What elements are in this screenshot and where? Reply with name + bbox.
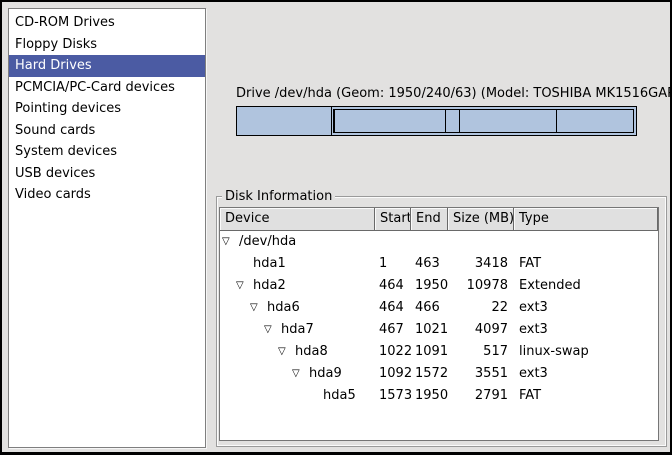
cell-end: 1021 [411,319,448,341]
sidebar-item-cd-rom-drives[interactable]: CD-ROM Drives [9,12,205,34]
cell-start: 1092 [375,363,411,385]
expander-open-icon[interactable]: ▽ [222,231,230,253]
column-header-type[interactable]: Type [514,208,658,231]
column-header-size-mb[interactable]: Size (MB) [448,208,514,231]
expander-open-icon[interactable]: ▽ [292,363,300,385]
cell-device: ▽ hda7 [220,319,375,341]
cell-end [411,231,448,253]
cell-end: 466 [411,297,448,319]
hardware-browser-window: CD-ROM DrivesFloppy DisksHard DrivesPCMC… [0,0,672,455]
cell-type: ext3 [514,319,658,341]
cell-start: 464 [375,275,411,297]
cell-size: 4097 [448,319,514,341]
expander-open-icon[interactable]: ▽ [250,297,258,319]
cell-type: linux-swap [514,341,658,363]
cell-start: 467 [375,319,411,341]
cell-start: 464 [375,297,411,319]
table-row-hda9[interactable]: ▽ hda9 109215723551ext3 [220,363,658,385]
device-name: /dev/hda [239,234,296,249]
sidebar-item-hard-drives[interactable]: Hard Drives [9,55,205,77]
cell-type: ext3 [514,363,658,385]
cell-size: 517 [448,341,514,363]
cell-size: 22 [448,297,514,319]
cell-device: ▽ hda9 [220,363,375,385]
cell-size: 3418 [448,253,514,275]
partition-segment-hda2 [333,109,634,133]
cell-type [514,231,658,253]
cell-size: 2791 [448,385,514,407]
device-name: hda9 [309,366,342,381]
device-name: hda6 [267,300,300,315]
table-body: ▽/dev/hdahda114633418FAT▽hda246419501097… [220,231,658,407]
cell-type: ext3 [514,297,658,319]
device-name: hda7 [281,322,314,337]
cell-end: 1950 [411,275,448,297]
table-row-hda6[interactable]: ▽ hda6 46446622ext3 [220,297,658,319]
table-row-hda7[interactable]: ▽ hda7 46710214097ext3 [220,319,658,341]
device-name: hda8 [295,344,328,359]
cell-type: FAT [514,253,658,275]
partition-segment-hda8 [446,110,460,132]
cell-device: ▽ hda8 [220,341,375,363]
column-header-start[interactable]: Start [375,208,411,231]
expander-open-icon[interactable]: ▽ [278,341,286,363]
disk-information-table: DeviceStartEndSize (MB)Type ▽ /dev/hda hda… [219,207,659,441]
table-row-hda8[interactable]: ▽ hda8 10221091517linux-swap [220,341,658,363]
sidebar-item-sound-cards[interactable]: Sound cards [9,120,205,142]
cell-device: hda5 [220,385,375,407]
disk-information-label: Disk Information [222,189,335,204]
partition-segment-hda9 [460,110,557,132]
table-row-hda1[interactable]: hda1 14633418FAT [220,253,658,275]
table-row-hda5[interactable]: hda5 157319502791FAT [220,385,658,407]
table-header-row: DeviceStartEndSize (MB)Type [220,208,658,231]
cell-device: hda1 [220,253,375,275]
cell-end: 1091 [411,341,448,363]
sidebar-item-usb-devices[interactable]: USB devices [9,163,205,185]
cell-end: 1572 [411,363,448,385]
drive-geometry-label: Drive /dev/hda (Geom: 1950/240/63) (Mode… [236,86,637,102]
cell-start: 1573 [375,385,411,407]
sidebar-item-video-cards[interactable]: Video cards [9,184,205,206]
cell-size: 10978 [448,275,514,297]
expander-open-icon[interactable]: ▽ [264,319,272,341]
sidebar-item-floppy-disks[interactable]: Floppy Disks [9,34,205,56]
cell-size: 3551 [448,363,514,385]
cell-size [448,231,514,253]
partition-segment-hda5 [557,110,633,132]
partition-bar [236,106,637,136]
cell-end: 463 [411,253,448,275]
table-row-hda2[interactable]: ▽ hda2 464195010978Extended [220,275,658,297]
sidebar-item-pcmcia-pc-card-devices[interactable]: PCMCIA/PC-Card devices [9,77,205,99]
cell-end: 1950 [411,385,448,407]
cell-device: ▽ hda2 [220,275,375,297]
sidebar-item-system-devices[interactable]: System devices [9,141,205,163]
partition-segment-hda1 [237,107,332,135]
column-header-device[interactable]: Device [220,208,375,231]
cell-device: ▽ /dev/hda [220,231,375,253]
cell-start [375,231,411,253]
partition-segment-hda7 [335,110,447,132]
device-name: hda2 [253,278,286,293]
device-name: hda1 [253,256,286,271]
cell-start: 1 [375,253,411,275]
column-header-end[interactable]: End [411,208,448,231]
cell-type: FAT [514,385,658,407]
device-category-list[interactable]: CD-ROM DrivesFloppy DisksHard DrivesPCMC… [8,8,206,448]
cell-device: ▽ hda6 [220,297,375,319]
sidebar-item-pointing-devices[interactable]: Pointing devices [9,98,205,120]
table-row-dev-hda[interactable]: ▽ /dev/hda [220,231,658,253]
expander-open-icon[interactable]: ▽ [236,275,244,297]
device-name: hda5 [323,388,356,403]
cell-type: Extended [514,275,658,297]
cell-start: 1022 [375,341,411,363]
